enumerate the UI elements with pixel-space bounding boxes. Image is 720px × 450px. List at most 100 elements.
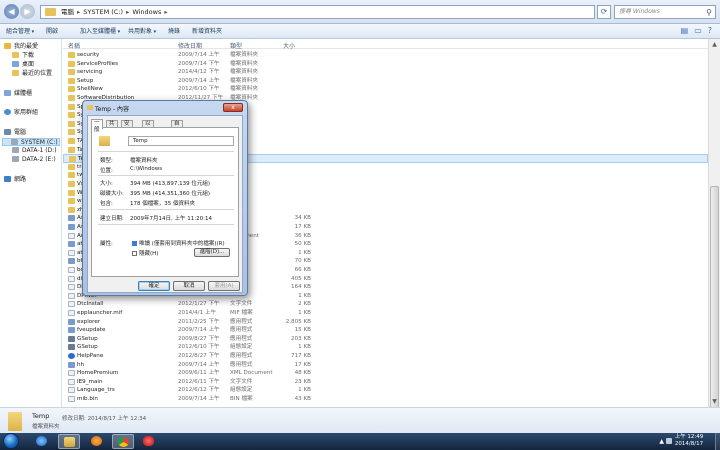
folder-icon: [68, 146, 75, 153]
location-value: C:\Windows: [130, 166, 163, 172]
start-button[interactable]: [3, 433, 19, 449]
preview-pane-icon[interactable]: ▭: [694, 26, 702, 35]
open-button[interactable]: 開啟: [46, 27, 58, 36]
file-row[interactable]: mib.bin 2009/7/14 上午 BIN 檔案 43 KB: [63, 395, 708, 404]
gear-icon: [68, 335, 75, 342]
hidden-checkbox[interactable]: 隱藏(H): [132, 249, 158, 257]
folder-icon: [68, 69, 75, 76]
checkbox-empty-icon: [132, 251, 137, 256]
nav-computer[interactable]: 電腦: [4, 129, 26, 137]
share-with-menu[interactable]: 共用對象: [128, 27, 156, 36]
created-value: 2009年7月14日, 上午 11:20:14: [130, 216, 212, 222]
taskbar-media-player[interactable]: [86, 434, 108, 449]
tab-general[interactable]: 一般: [91, 119, 103, 133]
exe-icon: [68, 318, 75, 325]
txt-icon: [68, 284, 75, 291]
clock[interactable]: 上午 12:49 2014/8/17: [674, 434, 704, 448]
scroll-thumb[interactable]: [710, 186, 719, 408]
scroll-up-icon[interactable]: ▲: [709, 39, 720, 50]
view-options-icon[interactable]: ▤: [681, 26, 689, 35]
back-arrow-icon: ◀: [8, 7, 15, 16]
cancel-button[interactable]: 取消: [173, 281, 205, 291]
burn-button[interactable]: 燒錄: [168, 27, 180, 36]
folder-icon: [68, 189, 75, 196]
nav-drive-e[interactable]: DATA-2 (E:): [12, 156, 56, 164]
folder-icon: [68, 112, 75, 119]
star-icon: [4, 43, 11, 49]
taskbar-explorer[interactable]: [58, 434, 80, 449]
ok-button[interactable]: 確定: [138, 281, 170, 291]
nav-favorites[interactable]: 我的最愛: [4, 43, 38, 51]
txt-icon: [68, 275, 75, 282]
folder-name-field[interactable]: Temp: [128, 136, 234, 146]
nav-drive-d[interactable]: DATA-1 (D:): [12, 147, 57, 155]
nav-drive-c[interactable]: SYSTEM (C:): [2, 138, 60, 146]
column-type[interactable]: 類型: [230, 41, 242, 50]
taskbar-chrome[interactable]: [112, 434, 134, 449]
divider: [98, 175, 234, 176]
column-size[interactable]: 大小: [283, 41, 295, 50]
breadcrumb-windows[interactable]: Windows: [132, 8, 161, 16]
nav-homegroup[interactable]: 家用群組: [4, 109, 38, 117]
taskbar: ▲ 上午 12:49 2014/8/17: [0, 433, 720, 450]
txt-icon: [68, 267, 75, 273]
view-controls: ▤ ▭?: [675, 26, 712, 35]
attributes-label: 屬性:: [100, 241, 113, 247]
tray-overflow-icon[interactable]: ▲: [659, 438, 664, 445]
type-value: 檔案資料夾: [130, 158, 158, 164]
forward-arrow-icon: ▶: [24, 7, 31, 16]
folder-icon: [68, 172, 75, 179]
contains-label: 包含:: [100, 201, 113, 207]
new-folder-button[interactable]: 新增資料夾: [192, 27, 222, 36]
network-tray-icon[interactable]: [666, 438, 672, 444]
show-desktop-button[interactable]: [715, 433, 720, 450]
nav-network[interactable]: 網路: [4, 176, 26, 184]
recent-places-icon: [12, 70, 19, 76]
nav-recent-places[interactable]: 最近的位置: [12, 70, 52, 78]
organize-menu[interactable]: 組合管理: [6, 27, 34, 36]
scroll-down-icon[interactable]: ▼: [709, 396, 720, 407]
advanced-button[interactable]: 進階(D)...: [194, 248, 230, 257]
search-input[interactable]: 搜尋 Windows ⚲: [614, 5, 716, 19]
dialog-close-button[interactable]: x: [223, 103, 243, 112]
back-button[interactable]: ◀: [4, 4, 19, 19]
folder-icon: [68, 206, 75, 213]
type-label: 類型:: [100, 158, 113, 164]
column-name[interactable]: 名稱: [68, 41, 80, 50]
divider: [98, 151, 234, 152]
refresh-button[interactable]: ⟳: [597, 5, 611, 19]
txt-icon: [68, 378, 75, 385]
file-type: BIN 檔案: [230, 396, 253, 402]
txt-icon: [68, 232, 75, 239]
nav-downloads[interactable]: 下載: [12, 52, 34, 60]
dialog-title: Temp - 內容: [95, 106, 129, 113]
apply-button[interactable]: 套用(A): [208, 281, 240, 291]
properties-dialog: Temp - 內容 x 一般 共用 安全性 以前的版本 自訂 Temp 類型: …: [82, 100, 248, 296]
readonly-checkbox[interactable]: 唯讀 (僅套用到資料夾中的檔案)(R): [132, 239, 225, 247]
created-label: 建立日期:: [100, 216, 124, 222]
folder-icon: [45, 8, 56, 16]
include-in-library-menu[interactable]: 加入至媒體櫃: [80, 27, 120, 36]
txt-icon: [68, 387, 75, 394]
breadcrumb-drive[interactable]: SYSTEM (C:): [83, 8, 123, 16]
breadcrumb-computer[interactable]: 電腦: [61, 8, 74, 16]
nav-libraries[interactable]: 媒體櫃: [4, 90, 32, 98]
breadcrumb[interactable]: 電腦 ▸ SYSTEM (C:) ▸ Windows ▸: [40, 5, 595, 19]
folder-icon: [69, 156, 76, 163]
forward-button[interactable]: ▶: [20, 4, 35, 19]
size-label: 大小:: [100, 181, 113, 187]
help-icon[interactable]: ?: [708, 26, 712, 35]
folder-icon: [68, 198, 75, 205]
nav-desktop[interactable]: 桌面: [12, 61, 34, 69]
folder-icon: [68, 138, 75, 144]
vertical-scrollbar[interactable]: ▲ ▼: [708, 39, 720, 408]
exe-icon: [68, 215, 75, 222]
taskbar-app[interactable]: [138, 434, 160, 449]
taskbar-ie[interactable]: [31, 434, 53, 449]
folder-icon: [68, 52, 75, 58]
column-date[interactable]: 修改日期: [178, 41, 202, 50]
size-on-disk-label: 磁碟大小:: [100, 191, 124, 197]
folder-icon: [68, 163, 75, 170]
exe-icon: [68, 327, 75, 334]
navigation-pane: 我的最愛 下載 桌面 最近的位置 媒體櫃 家用群組 電腦 SYSTEM (C:)…: [0, 39, 62, 407]
